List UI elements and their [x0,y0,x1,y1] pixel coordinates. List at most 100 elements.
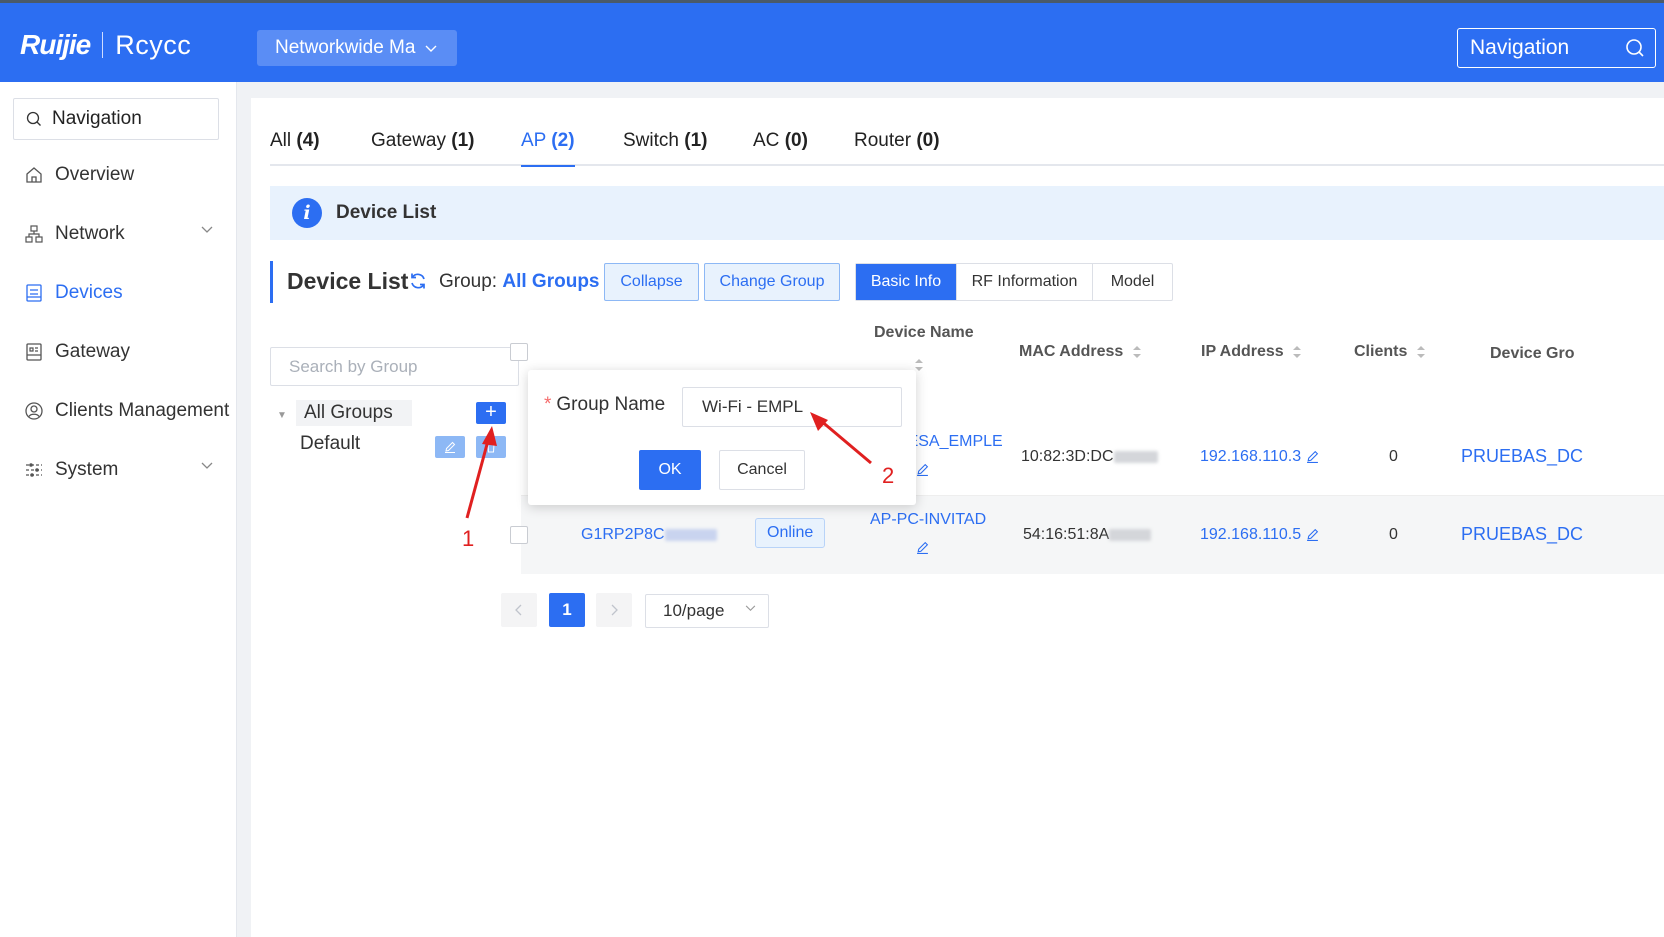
pencil-icon [445,441,456,453]
table-row: G1RP2P8C Online AP-PC-INVITAD 54:16:51:8… [510,496,1664,574]
chevron-down-icon [201,462,213,469]
column-header-mac-address[interactable]: MAC Address [1019,343,1142,361]
sort-icon[interactable] [914,358,924,372]
sort-icon [1132,345,1141,358]
sidebar-item-label: Network [55,223,125,244]
pencil-icon[interactable] [916,541,929,554]
chevron-down-icon [201,226,213,233]
add-group-popover: * Group Name Wi-Fi - EMPL OK Cancel [528,370,916,505]
home-icon [23,164,45,186]
sidebar-item-system[interactable]: System [0,450,237,490]
group-name-label: * Group Name [544,394,666,415]
devices-icon [23,282,45,304]
sort-icon [1416,345,1425,358]
ip-address-link[interactable]: 192.168.110.3 [1200,448,1319,466]
collapse-button[interactable]: Collapse [604,263,699,301]
device-name-link[interactable]: AP-PC-INVITAD [870,511,986,529]
tree-node-default[interactable]: Default [300,433,360,455]
group-search-input[interactable]: Search by Group [270,347,519,386]
column-header-device-name[interactable]: Device Name [874,324,974,342]
change-group-button[interactable]: Change Group [704,263,840,301]
group-filter: Group: All Groups [439,271,600,292]
top-header: Ruijie Rcycc Networkwide Ma Navigation [0,0,1664,82]
tab-all[interactable]: All (4) [270,130,320,152]
column-header-clients[interactable]: Clients [1354,343,1426,361]
sidebar-search[interactable]: Navigation [13,98,219,140]
settings-sliders-icon [23,459,45,481]
info-bar: i Device List [270,186,1664,240]
select-all-checkbox[interactable] [510,343,528,361]
logo: Ruijie Rcycc [20,29,191,61]
tab-gateway[interactable]: Gateway (1) [371,130,475,152]
chevron-left-icon [515,604,522,616]
chevron-down-icon [745,603,756,615]
edit-group-button[interactable] [435,436,465,458]
sidebar-item-label: Devices [55,282,123,303]
mac-address: 54:16:51:8A [1023,526,1152,544]
view-mode-switch: Basic Info RF Information Model [855,263,1173,301]
cancel-button[interactable]: Cancel [719,450,805,490]
refresh-icon[interactable] [408,271,428,291]
tab-ap[interactable]: AP (2) [521,130,575,167]
basic-info-button[interactable]: Basic Info [856,264,956,300]
gateway-icon [23,341,45,363]
add-group-button[interactable]: + [476,402,506,424]
status-badge: Online [755,518,826,548]
device-group-link[interactable]: PRUEBAS_DC [1461,446,1583,467]
delete-group-button[interactable] [476,436,506,458]
sidebar-item-label: Gateway [55,341,130,362]
search-icon [26,111,41,126]
group-name-input[interactable]: Wi-Fi - EMPL [682,387,902,427]
tab-switch[interactable]: Switch (1) [623,130,707,152]
info-bar-text: Device List [336,202,437,223]
pencil-icon[interactable] [1306,450,1319,464]
network-select[interactable]: Networkwide Ma [257,30,457,66]
network-select-value: Networkwide Ma [275,37,416,58]
search-icon[interactable] [1625,38,1645,58]
sub-brand-logo: Rcycc [115,29,192,60]
user-circle-icon [23,400,45,422]
caret-down-icon[interactable]: ▼ [277,410,287,421]
tab-ac[interactable]: AC (0) [753,130,808,152]
page-number-current[interactable]: 1 [549,593,585,627]
sn-link[interactable]: G1RP2P8C [581,526,717,544]
sidebar-item-label: System [55,459,119,480]
redacted-value [664,528,717,541]
trash-icon [487,442,495,453]
sidebar-item-clients-management[interactable]: Clients Management [0,391,237,431]
sidebar-item-overview[interactable]: Overview [0,155,237,195]
group-filter-value[interactable]: All Groups [502,271,599,292]
pencil-icon[interactable] [1306,528,1319,542]
pencil-icon[interactable] [916,463,929,476]
clients-count: 0 [1389,448,1398,465]
sort-icon [1293,345,1302,358]
sidebar-item-label: Overview [55,164,135,185]
mac-address: 10:82:3D:DC [1021,448,1158,466]
sidebar-item-network[interactable]: Network [0,214,237,254]
network-topology-icon [23,223,45,245]
column-header-device-group[interactable]: Device Gro [1490,345,1574,363]
required-mark: * [544,394,552,415]
rf-information-button[interactable]: RF Information [956,264,1092,300]
model-button[interactable]: Model [1092,264,1172,300]
tree-node-all-groups[interactable]: All Groups [296,400,412,426]
clients-count: 0 [1389,526,1398,543]
brand-logo: Ruijie [20,29,91,60]
next-page-button[interactable] [596,593,632,627]
column-header-ip-address[interactable]: IP Address [1201,343,1302,361]
device-group-link[interactable]: PRUEBAS_DC [1461,524,1583,545]
ip-address-link[interactable]: 192.168.110.5 [1200,526,1319,544]
chevron-down-icon [425,41,437,56]
page-size-select[interactable]: 10/page [645,594,769,628]
ok-button[interactable]: OK [639,450,701,490]
tab-router[interactable]: Router (0) [854,130,940,152]
row-checkbox[interactable] [510,526,528,544]
sidebar-search-label: Navigation [52,108,142,129]
annotation-number-2: 2 [882,463,895,488]
prev-page-button[interactable] [501,593,537,627]
sidebar: Navigation Overview Network Devices Gate… [0,82,237,937]
sidebar-item-devices[interactable]: Devices [0,273,237,313]
navigation-search[interactable]: Navigation [1457,28,1656,68]
sidebar-item-gateway[interactable]: Gateway [0,332,237,372]
device-list-header: Device List Group: All Groups Collapse C… [270,261,1664,303]
